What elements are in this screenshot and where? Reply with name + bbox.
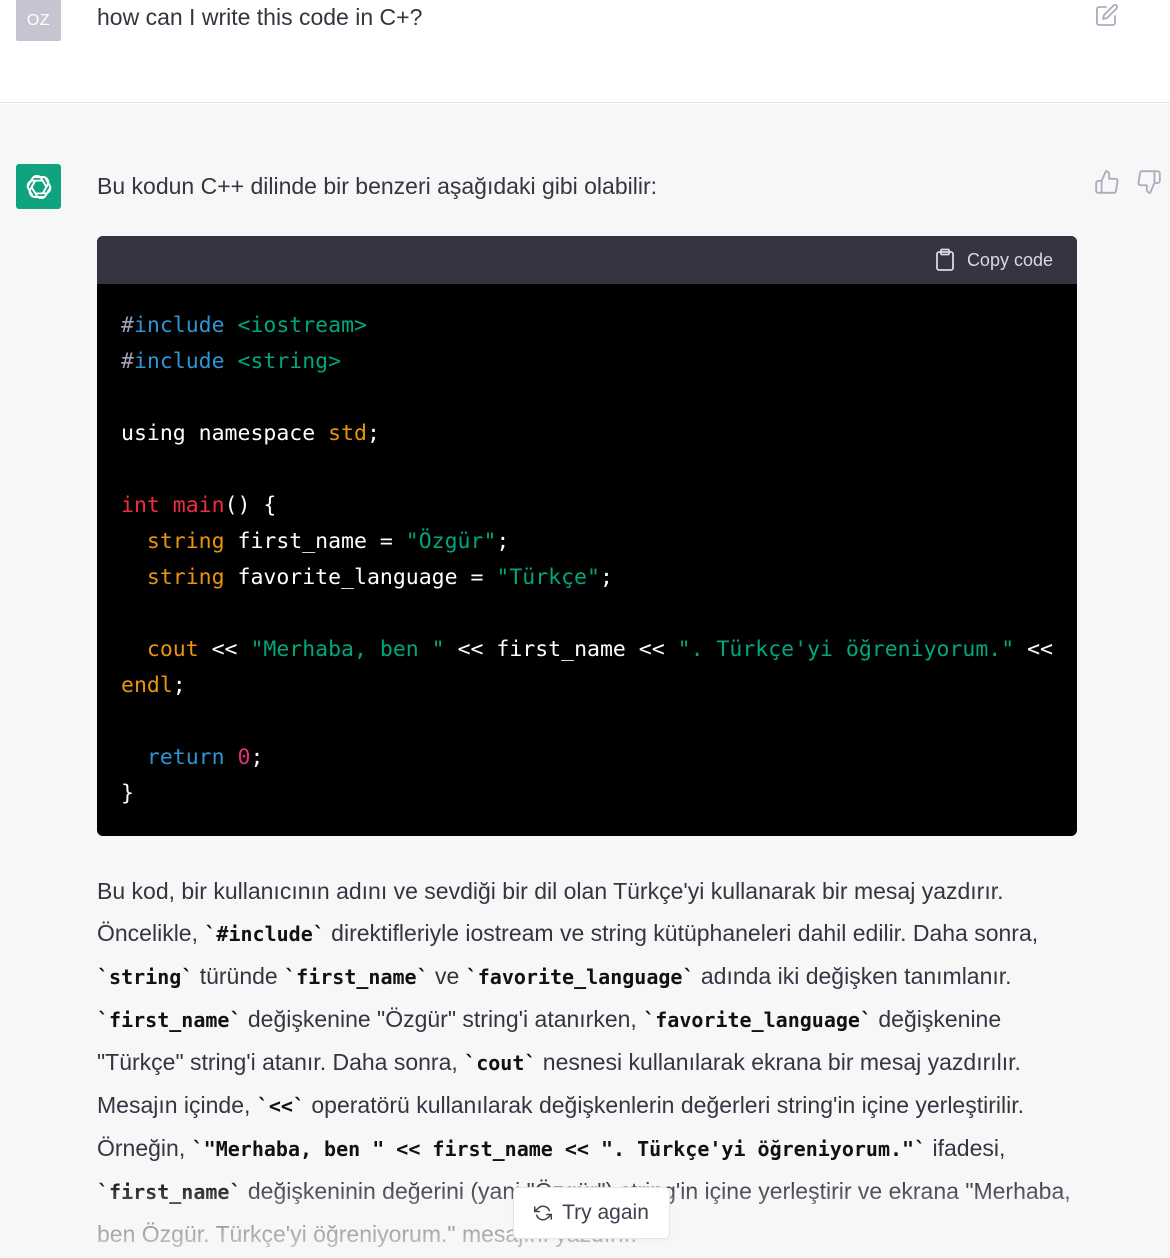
try-again-label: Try again: [562, 1201, 649, 1224]
code-token: #: [121, 313, 134, 338]
explanation-text: adında iki değişken tanımlanır.: [694, 963, 1012, 989]
code-line: using namespace std;: [121, 416, 1053, 452]
code-token: <iostream>: [237, 313, 367, 338]
code-token: <<: [1014, 637, 1054, 662]
explanation-text: ifadesi,: [926, 1135, 1006, 1161]
code-line: #include <string>: [121, 344, 1053, 380]
code-token: <<: [198, 637, 251, 662]
explanation-text: direktifleriyle iostream ve string kütüp…: [324, 920, 1039, 946]
code-token: using namespace: [121, 421, 329, 446]
inline-code: `string`: [97, 965, 194, 989]
inline-code: `"Merhaba, ben " << first_name << ". Tür…: [191, 1137, 927, 1161]
code-token: main: [172, 493, 225, 518]
code-token: string: [146, 565, 225, 590]
code-line: string first_name = "Özgür";: [121, 524, 1053, 560]
code-token: include: [133, 313, 225, 338]
code-content: #include <iostream> #include <string> usi…: [97, 284, 1077, 812]
assistant-message-row: Bu kodun C++ dilinde bir benzeri aşağıda…: [0, 104, 1170, 1258]
code-block-header: Copy code: [97, 236, 1077, 284]
code-token: ;: [366, 421, 380, 446]
code-token: std: [328, 421, 367, 446]
code-line: cout << "Merhaba, ben " << first_name <<…: [121, 632, 1053, 668]
thumbs-up-button[interactable]: [1094, 169, 1120, 195]
inline-code: `<<`: [256, 1094, 305, 1118]
code-token: << first_name <<: [444, 637, 678, 662]
thumbs-down-icon: [1137, 170, 1161, 194]
code-token: "Merhaba, ben ": [250, 637, 445, 662]
explanation-text: değişkenine "Özgür" string'i atanırken,: [241, 1006, 644, 1032]
inline-code: `favorite_language`: [465, 965, 695, 989]
code-token: include: [133, 349, 225, 374]
thumbs-down-button[interactable]: [1136, 169, 1162, 195]
clipboard-icon: [936, 248, 954, 271]
explanation-text: türünde: [193, 963, 285, 989]
user-avatar: OZ: [16, 0, 61, 41]
code-token: "Türkçe": [496, 565, 600, 590]
openai-logo-icon: [26, 174, 51, 199]
copy-code-label: Copy code: [966, 249, 1053, 270]
explanation-text: ve: [428, 963, 466, 989]
code-line: endl;: [121, 668, 1053, 704]
code-token: () {: [224, 493, 277, 518]
inline-code: `favorite_language`: [643, 1008, 872, 1032]
code-token: favorite_language =: [224, 565, 497, 590]
thumbs-up-icon: [1095, 170, 1119, 194]
code-line: string favorite_language = "Türkçe";: [121, 560, 1053, 596]
code-line: #include <iostream>: [121, 308, 1053, 344]
user-message-row: OZ how can I write this code in C+?: [0, 0, 1170, 103]
user-message-text: how can I write this code in C+?: [97, 4, 423, 30]
code-line: return 0;: [121, 740, 1053, 776]
code-token: ". Türkçe'yi öğreniyorum.": [677, 637, 1015, 662]
inline-code: `first_name`: [284, 965, 429, 989]
inline-code: `first_name`: [97, 1008, 242, 1032]
code-token: first_name =: [224, 529, 406, 554]
code-token: cout: [146, 637, 199, 662]
copy-code-button[interactable]: Copy code: [935, 248, 1053, 272]
code-token: 0: [237, 745, 251, 770]
code-token: string: [146, 529, 225, 554]
code-token: ;: [172, 673, 186, 698]
inline-code: `first_name`: [97, 1180, 242, 1204]
assistant-intro-text: Bu kodun C++ dilinde bir benzeri aşağıda…: [97, 173, 658, 199]
code-token: "Özgür": [405, 529, 497, 554]
code-block: Copy code #include <iostream> #include <s…: [97, 236, 1077, 836]
assistant-avatar: [16, 164, 61, 209]
code-token: ;: [496, 529, 510, 554]
code-line: int main() {: [121, 488, 1053, 524]
code-token: <string>: [237, 349, 342, 374]
inline-code: `#include`: [204, 922, 325, 946]
edit-message-button[interactable]: [1095, 3, 1119, 27]
code-token: endl: [121, 673, 173, 698]
code-token: }: [121, 781, 134, 806]
code-token: ;: [250, 745, 264, 770]
inline-code: `cout`: [464, 1051, 537, 1075]
try-again-button[interactable]: Try again: [513, 1187, 670, 1239]
code-token: int: [121, 493, 160, 518]
code-token: ;: [599, 565, 613, 590]
edit-icon: [1096, 4, 1118, 26]
code-token: #: [121, 349, 134, 374]
refresh-icon: [534, 1205, 553, 1221]
code-token: return: [146, 745, 225, 770]
code-line: }: [121, 776, 1053, 812]
